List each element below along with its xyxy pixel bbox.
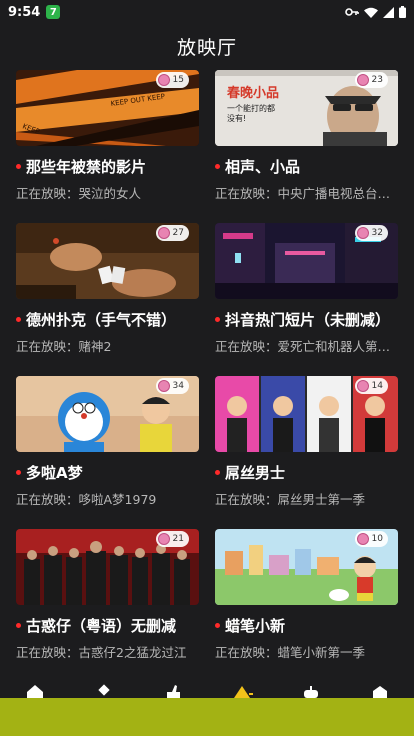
thumbnail-label: 春晚小品 (227, 86, 280, 101)
viewer-count: 23 (371, 75, 383, 85)
viewer-count: 14 (371, 381, 383, 391)
channel-title[interactable]: 多啦A梦 (16, 462, 199, 483)
thumbnail-caption: 一个能打的都没有! (227, 104, 275, 123)
channel-card[interactable]: 27 德州扑克（手气不错） 正在放映：赌神2 (16, 223, 199, 376)
viewer-count-badge: 23 (354, 72, 388, 88)
now-playing-text: 正在放映：古惑仔2之猛龙过江 (16, 645, 187, 660)
avatar-icon (356, 227, 369, 239)
channel-thumbnail[interactable]: 春晚小品 一个能打的都没有! 23 (215, 70, 398, 146)
key-icon (345, 8, 359, 16)
viewer-count-badge: 14 (354, 378, 388, 394)
viewer-count: 34 (172, 381, 184, 391)
avatar-icon (356, 380, 369, 392)
now-playing-text: 正在放映：哆啦A梦1979 (16, 492, 157, 507)
channel-thumbnail[interactable]: 34 (16, 376, 199, 452)
avatar-icon (157, 380, 170, 392)
now-playing-text: 正在放映：屌丝男士第一季 (215, 492, 366, 507)
signal-icon (383, 6, 394, 18)
channel-title-text: 蜡笔小新 (225, 617, 286, 635)
home-icon[interactable] (24, 684, 46, 698)
channel-title[interactable]: 蜡笔小新 (215, 615, 398, 636)
avatar-icon (157, 533, 170, 545)
thumb-up-icon[interactable] (162, 684, 184, 698)
viewer-count-badge: 27 (155, 225, 189, 241)
channel-title[interactable]: 德州扑克（手气不错） (16, 309, 199, 330)
channel-title-text: 那些年被禁的影片 (26, 158, 147, 176)
status-time: 9:54 (8, 4, 41, 20)
channel-thumbnail[interactable]: 10 (215, 529, 398, 605)
channel-card[interactable]: 10 蜡笔小新 正在放映：蜡笔小新第一季 (215, 529, 398, 682)
viewer-count-badge: 21 (155, 531, 189, 547)
viewer-count: 21 (172, 534, 184, 544)
bottom-banner (0, 698, 414, 736)
channel-card[interactable]: 21 古惑仔（粤语）无删减 正在放映：古惑仔2之猛龙过江 (16, 529, 199, 682)
live-dot-icon (215, 470, 220, 475)
avatar-icon (157, 227, 170, 239)
profile-icon[interactable] (369, 684, 391, 698)
viewer-count-badge: 10 (354, 531, 388, 547)
battery-icon (399, 6, 406, 18)
channel-title[interactable]: 古惑仔（粤语）无删减 (16, 615, 199, 636)
channel-thumbnail[interactable]: 14 (215, 376, 398, 452)
channel-card[interactable]: 34 多啦A梦 正在放映：哆啦A梦1979 (16, 376, 199, 529)
channel-thumbnail[interactable]: 27 (16, 223, 199, 299)
live-dot-icon (16, 470, 21, 475)
channel-title[interactable]: 那些年被禁的影片 (16, 156, 199, 177)
channel-title-text: 相声、小品 (225, 158, 301, 176)
live-dot-icon (16, 623, 21, 628)
channel-title-text: 抖音热门短片（未删减） (225, 311, 391, 329)
live-dot-icon (16, 164, 21, 169)
wifi-icon (364, 7, 378, 18)
viewer-count-badge: 34 (155, 378, 189, 394)
viewer-count-badge: 32 (354, 225, 388, 241)
channel-title-text: 屌丝男士 (225, 464, 286, 482)
channel-title-text: 德州扑克（手气不错） (26, 311, 177, 329)
bottom-nav (0, 684, 414, 698)
status-bar: 9:54 7 (0, 0, 414, 24)
app-notification-icon: 7 (46, 5, 61, 19)
now-playing-text: 正在放映：中央广播电视总台… (215, 186, 391, 201)
viewer-count-badge: 15 (155, 72, 189, 88)
viewer-count: 15 (172, 75, 184, 85)
channel-card[interactable]: KEEP OUT KEEP KEEP 15 那些年被禁的影片 正在放映：哭泣的女… (16, 70, 199, 223)
now-playing-text: 正在放映：哭泣的女人 (16, 186, 142, 201)
cinema-icon[interactable] (231, 684, 253, 698)
channel-title[interactable]: 抖音热门短片（未删减） (215, 309, 398, 330)
now-playing-text: 正在放映：赌神2 (16, 339, 112, 354)
channel-grid: KEEP OUT KEEP KEEP 15 那些年被禁的影片 正在放映：哭泣的女… (16, 70, 398, 682)
viewer-count: 10 (371, 534, 383, 544)
live-dot-icon (16, 317, 21, 322)
channel-thumbnail[interactable]: 21 (16, 529, 199, 605)
channel-title[interactable]: 屌丝男士 (215, 462, 398, 483)
channel-title-text: 古惑仔（粤语）无删减 (26, 617, 177, 635)
avatar-icon (157, 74, 170, 86)
channel-thumbnail[interactable]: KEEP OUT KEEP KEEP 15 (16, 70, 199, 146)
now-playing-text: 正在放映：蜡笔小新第一季 (215, 645, 366, 660)
channel-card[interactable]: 14 屌丝男士 正在放映：屌丝男士第一季 (215, 376, 398, 529)
viewer-count: 32 (371, 228, 383, 238)
now-playing-text: 正在放映：爱死亡和机器人第… (215, 339, 391, 354)
live-dot-icon (215, 164, 220, 169)
grid-icon[interactable] (93, 684, 115, 698)
page-title: 放映厅 (176, 37, 237, 59)
channel-title-text: 多啦A梦 (26, 464, 83, 482)
viewer-count: 27 (172, 228, 184, 238)
status-icons (345, 6, 406, 18)
channel-title[interactable]: 相声、小品 (215, 156, 398, 177)
live-dot-icon (215, 623, 220, 628)
live-dot-icon (215, 317, 220, 322)
avatar-icon (356, 74, 369, 86)
channel-card[interactable]: 春晚小品 一个能打的都没有! 23 相声、小品 正在放映：中央广播电视总台… (215, 70, 398, 223)
avatar-icon (356, 533, 369, 545)
robot-icon[interactable] (300, 684, 322, 698)
channel-card[interactable]: 32 抖音热门短片（未删减） 正在放映：爱死亡和机器人第… (215, 223, 398, 376)
channel-thumbnail[interactable]: 32 (215, 223, 398, 299)
